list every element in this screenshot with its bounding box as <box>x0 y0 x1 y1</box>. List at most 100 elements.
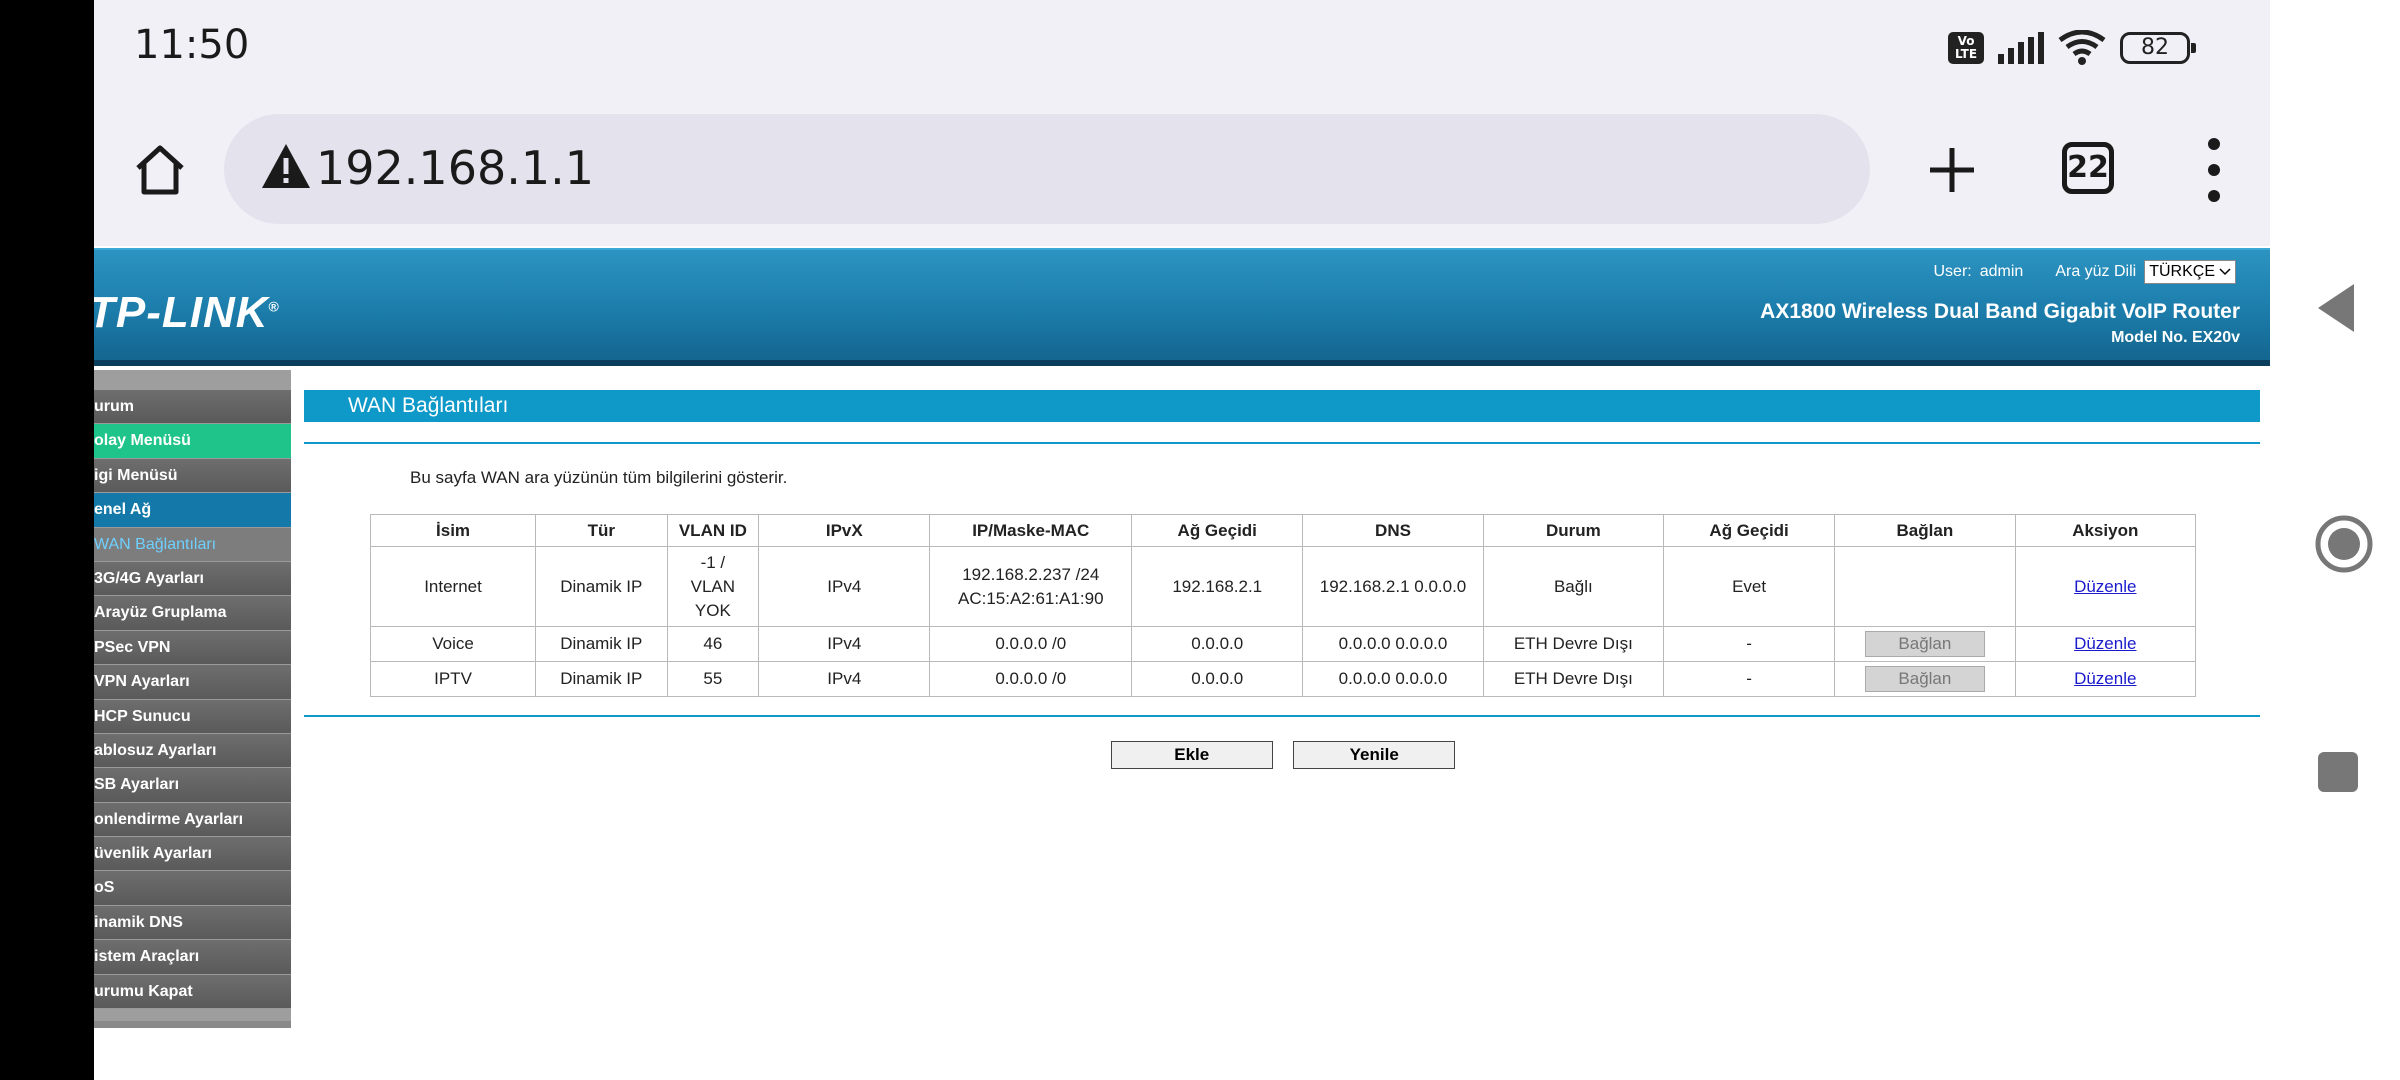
warning-icon[interactable] <box>260 142 312 190</box>
user-info: User: admin Ara yüz Dili TÜRKÇE <box>1933 260 2236 284</box>
cell-action: Düzenle <box>2014 546 2197 627</box>
sidebar-item[interactable]: inamik DNS <box>94 905 291 941</box>
sidebar-item[interactable]: urumu Kapat <box>94 974 291 1010</box>
system-nav-bar <box>2270 0 2400 1080</box>
refresh-button[interactable]: Yenile <box>1293 741 1456 769</box>
cell-dns: 0.0.0.0 0.0.0.0 <box>1302 626 1484 662</box>
column-header: Ağ Geçidi <box>1663 514 1836 547</box>
sidebar-item[interactable]: istem Araçları <box>94 940 291 975</box>
language-select[interactable]: TÜRKÇE <box>2144 260 2236 284</box>
sidebar-item[interactable]: urum <box>94 390 291 425</box>
cell-vlan-line: 46 <box>703 634 723 653</box>
sidebar-item[interactable]: onlendirme Ayarları <box>94 802 291 838</box>
table-row: Internet Dinamik IP -1 /VLAN YOK IPv4 192.168… <box>369 546 2197 627</box>
sidebar-item[interactable]: igi Menüsü <box>94 458 291 494</box>
status-icons: Vo LTE 82 <box>1948 28 2196 68</box>
cell-connect: Bağlan <box>1834 626 2016 662</box>
column-header: Aksiyon <box>2014 514 2197 547</box>
column-header: Ağ Geçidi <box>1131 514 1304 547</box>
router-page: TP-LINK® User: admin Ara yüz Dili TÜRKÇE… <box>94 248 2270 1080</box>
cell-ipmask-line: 0.0.0.0 /0 <box>995 669 1067 688</box>
edit-link[interactable]: Düzenle <box>2074 577 2136 596</box>
home-icon <box>136 145 184 195</box>
cell-gateway: 0.0.0.0 <box>1131 626 1304 662</box>
edit-link[interactable]: Düzenle <box>2074 634 2136 653</box>
language-label: Ara yüz Dili <box>2055 263 2137 280</box>
back-icon[interactable] <box>2316 282 2356 334</box>
more-menu-icon[interactable] <box>2202 138 2226 202</box>
cell-vlan: 55 <box>666 661 760 697</box>
sidebar-item[interactable]: olay Menüsü <box>94 424 291 459</box>
connect-button[interactable]: Bağlan <box>1864 666 1985 692</box>
cell-ipvx: IPv4 <box>758 626 931 662</box>
add-button[interactable]: Ekle <box>1110 741 1273 769</box>
column-header: IP/Maske-MAC <box>929 514 1133 547</box>
browser-toolbar: 192.168.1.1 22 <box>94 96 2270 246</box>
status-bar: 11:50 Vo LTE 82 <box>94 0 2270 96</box>
cell-vlan-line: -1 / <box>700 552 726 572</box>
cell-name: Voice <box>369 626 537 662</box>
cell-ipmask: 0.0.0.0 /0 <box>929 661 1133 697</box>
column-header: Tür <box>535 514 668 547</box>
cell-vlan-line: 55 <box>703 669 723 688</box>
sidebar-item[interactable]: Arayüz Gruplama <box>94 596 291 631</box>
sidebar-item[interactable]: SB Ayarları <box>94 768 291 803</box>
cell-ipmask-line: 192.168.2.237 /24 <box>962 564 1100 584</box>
clock: 11:50 <box>134 22 250 68</box>
action-buttons: Ekle Yenile <box>370 741 2196 769</box>
table-row: IPTV Dinamik IP 55 IPv4 0.0.0.0 /0 0.0.0.0 0.0… <box>369 661 2197 697</box>
user-label: User: <box>1933 263 1972 280</box>
battery-indicator: 82 <box>2120 32 2196 64</box>
cell-default-gateway: - <box>1663 661 1836 697</box>
tab-switcher-button[interactable]: 22 <box>2062 142 2114 194</box>
sidebar-item[interactable]: WAN Bağlantıları <box>94 527 291 562</box>
sidebar-item[interactable]: enel Ağ <box>94 493 291 528</box>
cell-ipmask-line: AC:15:A2:61:A1:90 <box>957 588 1104 608</box>
cell-type: Dinamik IP <box>535 661 668 697</box>
column-header: IPvX <box>758 514 931 547</box>
cell-action: Düzenle <box>2014 626 2197 662</box>
sidebar-item[interactable]: VPN Ayarları <box>94 665 291 700</box>
cell-vlan: -1 / VLAN YOK <box>666 546 760 627</box>
sidebar-item[interactable]: ablosuz Ayarları <box>94 733 291 769</box>
wifi-icon <box>2058 30 2106 65</box>
cell-dns: 0.0.0.0 0.0.0.0 <box>1302 661 1484 697</box>
cell-vlan-line: YOK <box>694 600 731 620</box>
divider <box>304 442 2260 444</box>
sidebar-item[interactable]: üvenlik Ayarları <box>94 837 291 872</box>
signal-icon <box>1998 32 2044 64</box>
cell-connect <box>1834 546 2016 627</box>
page-title: WAN Bağlantıları <box>304 390 2260 422</box>
column-header: VLAN ID <box>666 514 760 547</box>
sidebar-item[interactable]: oS <box>94 871 291 906</box>
url-bar[interactable]: 192.168.1.1 <box>224 114 1870 224</box>
column-header: Bağlan <box>1834 514 2016 547</box>
sidebar-item[interactable]: PSec VPN <box>94 630 291 666</box>
sidebar-item[interactable]: HCP Sunucu <box>94 699 291 734</box>
home-button[interactable] <box>130 140 190 200</box>
wan-table: İsim Tür VLAN ID IPvX IP/Maske-MAC Ağ Geçidi D… <box>369 514 2197 697</box>
nav-home-icon[interactable] <box>2314 514 2374 574</box>
cell-status: ETH Devre Dışı <box>1482 661 1665 697</box>
edit-link[interactable]: Düzenle <box>2074 669 2136 688</box>
url-text[interactable]: 192.168.1.1 <box>316 141 594 195</box>
cell-ipmask: 192.168.2.237 /24 AC:15:A2:61:A1:90 <box>929 546 1133 627</box>
cell-ipmask-line: 0.0.0.0 /0 <box>995 634 1067 653</box>
recents-icon[interactable] <box>2318 752 2358 792</box>
cell-status: Bağlı <box>1482 546 1665 627</box>
cell-ipvx: IPv4 <box>758 661 931 697</box>
cell-default-gateway: Evet <box>1663 546 1836 627</box>
main-content: WAN Bağlantıları Bu sayfa WAN ara yüzünü… <box>304 390 2260 769</box>
cell-status: ETH Devre Dışı <box>1482 626 1665 662</box>
chevron-down-icon <box>2219 268 2231 276</box>
sidebar-item[interactable]: 3G/4G Ayarları <box>94 561 291 597</box>
cell-type: Dinamik IP <box>535 546 668 627</box>
new-tab-icon[interactable] <box>1920 138 1984 202</box>
cell-name: IPTV <box>369 661 537 697</box>
column-header: İsim <box>369 514 537 547</box>
cell-dns: 192.168.2.1 0.0.0.0 <box>1302 546 1484 627</box>
column-header: Durum <box>1482 514 1665 547</box>
connect-button[interactable]: Bağlan <box>1864 631 1985 657</box>
router-sidebar: urum olay Menüsü igi Menüsü enel Ağ WAN Bağl… <box>94 370 291 1028</box>
model-title: AX1800 Wireless Dual Band Gigabit VoIP R… <box>1760 300 2240 323</box>
